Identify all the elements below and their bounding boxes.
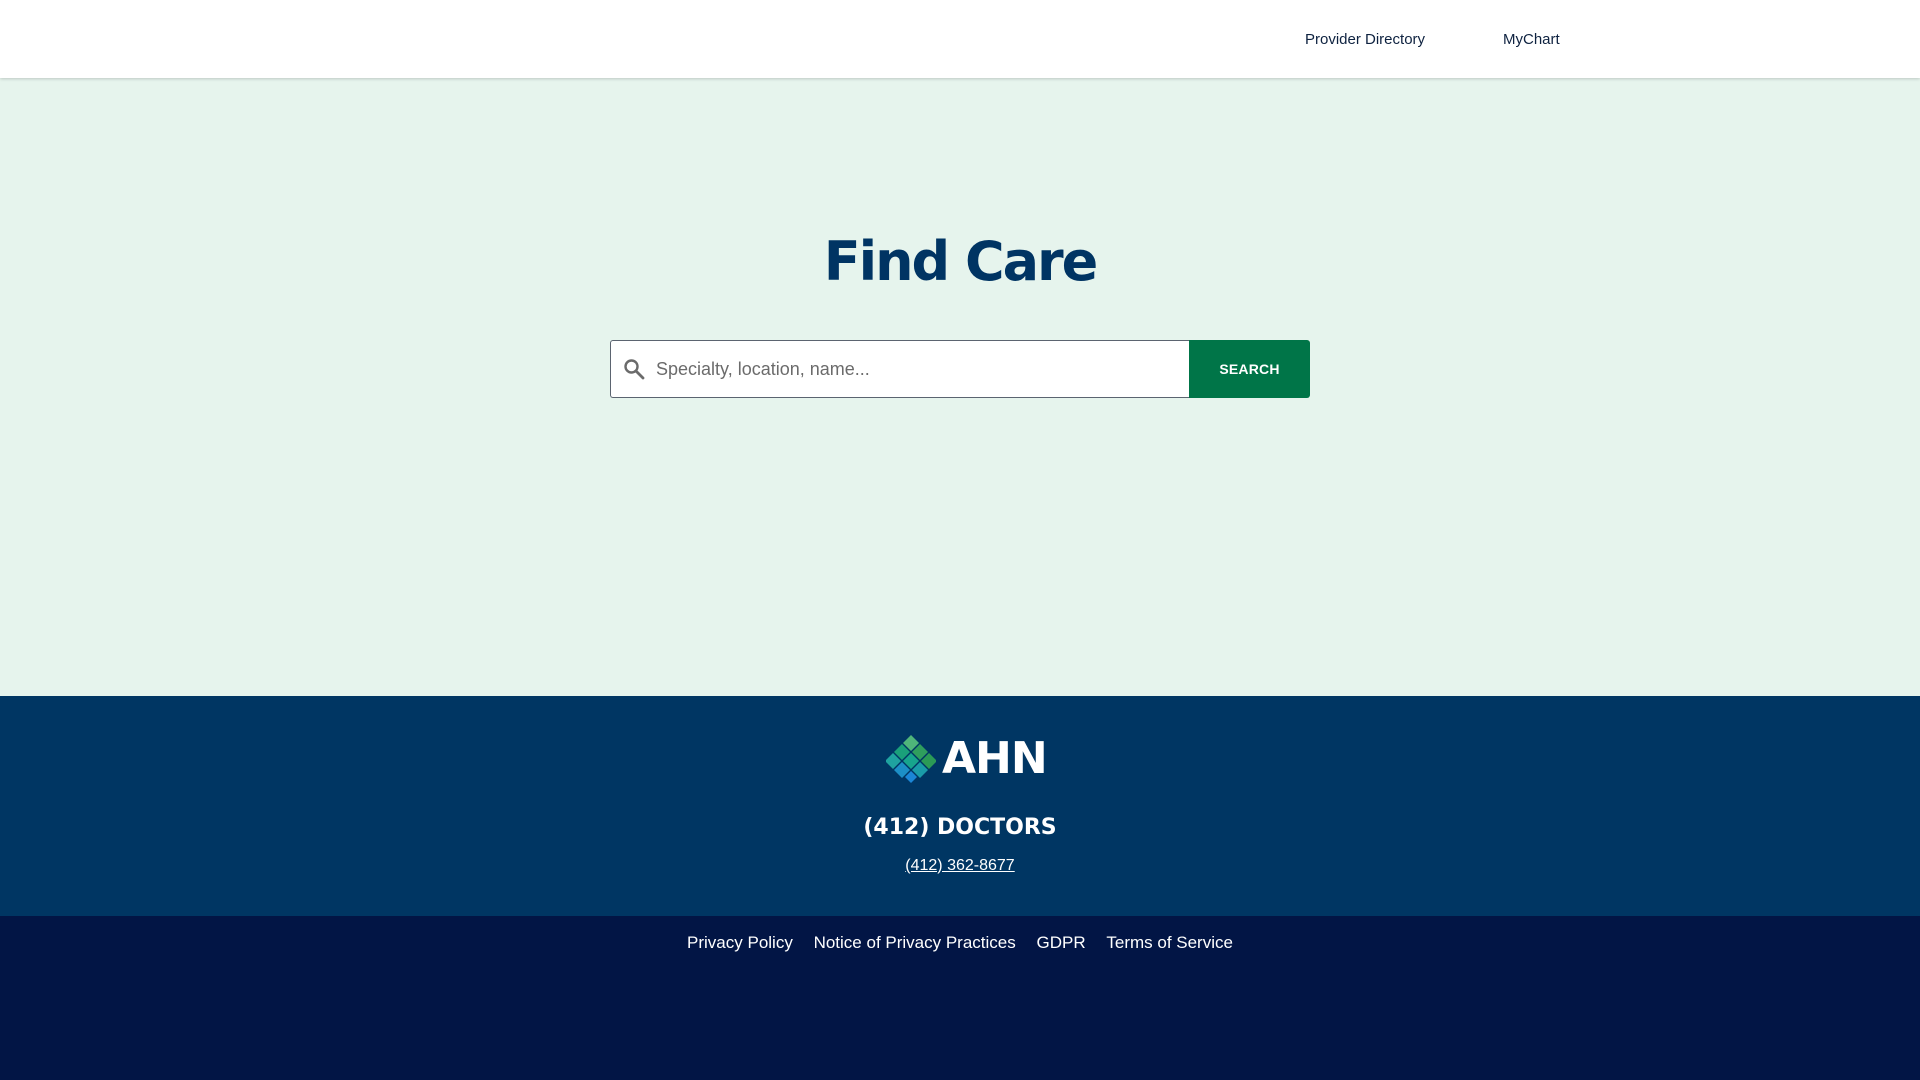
legal-link-gdpr[interactable]: GDPR bbox=[1037, 933, 1086, 952]
logo-wordmark: AHN bbox=[942, 733, 1048, 784]
legal-links: Privacy Policy Notice of Privacy Practic… bbox=[0, 932, 1920, 954]
footer-contact: AHN (412) DOCTORS (412) 362-8677 bbox=[0, 696, 1920, 916]
hero-section: Find Care SEARCH bbox=[0, 78, 1920, 696]
footer-phone-link[interactable]: (412) 362-8677 bbox=[905, 857, 1014, 874]
footer-phone-number-wrap: (412) 362-8677 bbox=[0, 856, 1920, 876]
search-field-container bbox=[610, 340, 1189, 398]
top-nav-bar: Provider Directory MyChart bbox=[0, 0, 1920, 78]
ahn-diamond-logo-icon bbox=[886, 735, 936, 783]
footer-phone-name: (412) DOCTORS bbox=[863, 815, 1057, 840]
legal-link-terms-of-service[interactable]: Terms of Service bbox=[1106, 933, 1233, 952]
legal-link-notice-of-privacy-practices[interactable]: Notice of Privacy Practices bbox=[814, 933, 1016, 952]
search-bar: SEARCH bbox=[610, 340, 1310, 398]
legal-link-privacy-policy[interactable]: Privacy Policy bbox=[687, 933, 793, 952]
nav-link-mychart[interactable]: MyChart bbox=[1503, 30, 1560, 50]
search-button[interactable]: SEARCH bbox=[1189, 340, 1310, 398]
nav-link-provider-directory[interactable]: Provider Directory bbox=[1305, 30, 1425, 50]
search-icon bbox=[623, 358, 645, 380]
ahn-logo[interactable]: AHN bbox=[886, 734, 1048, 784]
page-title: Find Care bbox=[823, 230, 1099, 293]
footer-legal: Privacy Policy Notice of Privacy Practic… bbox=[0, 916, 1920, 1080]
search-input[interactable] bbox=[656, 341, 1176, 397]
